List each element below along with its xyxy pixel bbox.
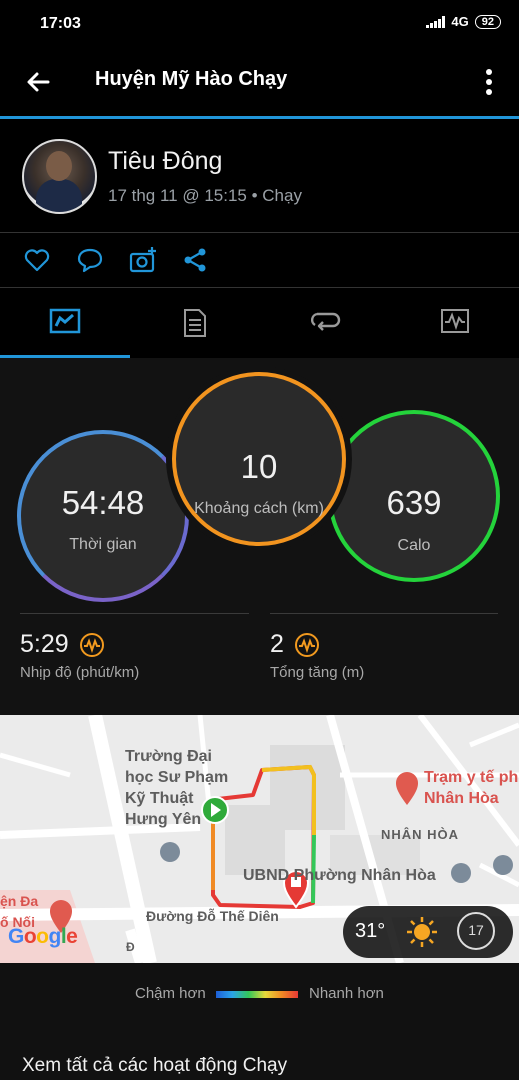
see-all-activities-text: Xem tất cả các hoạt động Chạy: [22, 1055, 288, 1076]
user-name[interactable]: Tiêu Đông: [108, 147, 222, 176]
map-label-road: Đ: [126, 940, 135, 954]
pace-label: Nhịp độ (phút/km): [20, 664, 140, 681]
calories-ring: 639 Calo: [328, 410, 500, 582]
route-map[interactable]: Trường Đại học Sư Phạm Kỹ Thuật Hưng Yên Tr…: [0, 715, 519, 963]
network-type: 4G: [451, 14, 469, 29]
summary-chart-icon: [49, 308, 80, 334]
calories-value: 639: [386, 484, 442, 521]
pace-info-icon[interactable]: [79, 632, 105, 658]
time-label: Thời gian: [69, 536, 137, 553]
share-icon[interactable]: [181, 245, 211, 275]
map-label-clinic: Trạm y tế ph Nhân Hòa: [424, 769, 519, 807]
heart-icon[interactable]: [22, 245, 52, 275]
speed-gradient-bar: [216, 991, 298, 998]
distance-value: 10: [240, 448, 278, 485]
battery-badge: 92: [474, 14, 501, 29]
elevation-value: 2: [270, 630, 284, 658]
activity-owner: Tiêu Đông 17 thg 11 @ 15:15 • Chạy: [0, 119, 519, 232]
status-bar: 17:03 4G 92: [0, 0, 519, 48]
time-value: 54:48: [61, 484, 145, 521]
tab-charts[interactable]: [390, 288, 519, 356]
elevation-label: Tổng tăng (m): [270, 664, 365, 681]
map-label-university: Trường Đại học Sư Phạm Kỹ Thuật Hưng Yên: [125, 748, 229, 828]
activity-graph-icon: [440, 309, 469, 333]
add-photo-icon[interactable]: [128, 245, 158, 275]
speed-legend: Chậm hơn Nhanh hơn: [0, 963, 519, 1023]
elevation-metric: 2: [270, 630, 320, 659]
status-time: 17:03: [40, 15, 81, 32]
pace-metric: 5:29: [20, 630, 105, 659]
elevation-info-icon[interactable]: [294, 632, 320, 658]
sun-icon: [407, 917, 437, 947]
google-logo: Google: [8, 925, 78, 948]
map-label-ubnd: UBND Phường Nhân Hòa: [243, 867, 436, 884]
divider: [20, 613, 249, 614]
calories-label: Calo: [397, 537, 431, 554]
legend-slower: Chậm hơn: [135, 985, 206, 1002]
pace-value: 5:29: [20, 630, 69, 658]
back-arrow-icon[interactable]: [22, 66, 54, 98]
weather-badge[interactable]: 31° 17: [343, 906, 513, 958]
action-row: [0, 233, 519, 287]
tab-laps[interactable]: [260, 288, 389, 356]
legend-faster: Nhanh hơn: [309, 985, 384, 1002]
activity-date-type: 17 thg 11 @ 15:15 • Chạy: [108, 186, 302, 205]
distance-label: Khoảng cách (km): [194, 500, 324, 517]
more-options-icon[interactable]: [477, 64, 501, 100]
status-indicators: 4G 92: [426, 14, 501, 29]
signal-icon: [426, 15, 446, 28]
divider: [270, 613, 498, 614]
distance-ring: 10 Khoảng cách (km): [172, 372, 346, 546]
map-label-street: Đường Đỗ Thế Diên: [146, 908, 279, 924]
avatar[interactable]: [22, 139, 97, 214]
activity-tabs: [0, 288, 519, 356]
tab-summary[interactable]: [0, 288, 129, 356]
weather-temperature: 31°: [355, 920, 386, 942]
document-list-icon: [183, 309, 206, 337]
app-bar: Huyện Mỹ Hào Chạy: [0, 48, 519, 116]
wind-speed: 17: [468, 922, 484, 938]
laps-loop-icon: [310, 312, 340, 331]
map-label-ward: NHÂN HÒA: [381, 827, 460, 842]
page-title: Huyện Mỹ Hào Chạy: [95, 68, 288, 90]
see-all-activities-link[interactable]: Xem tất cả các hoạt động Chạy: [0, 1023, 519, 1080]
activity-stats: 54:48 Thời gian 639 Calo 10 Khoảng cách …: [0, 358, 519, 715]
tab-details[interactable]: [130, 288, 259, 356]
comment-icon[interactable]: [75, 245, 105, 275]
wind-badge: 17: [457, 912, 495, 950]
time-ring: 54:48 Thời gian: [17, 430, 189, 602]
